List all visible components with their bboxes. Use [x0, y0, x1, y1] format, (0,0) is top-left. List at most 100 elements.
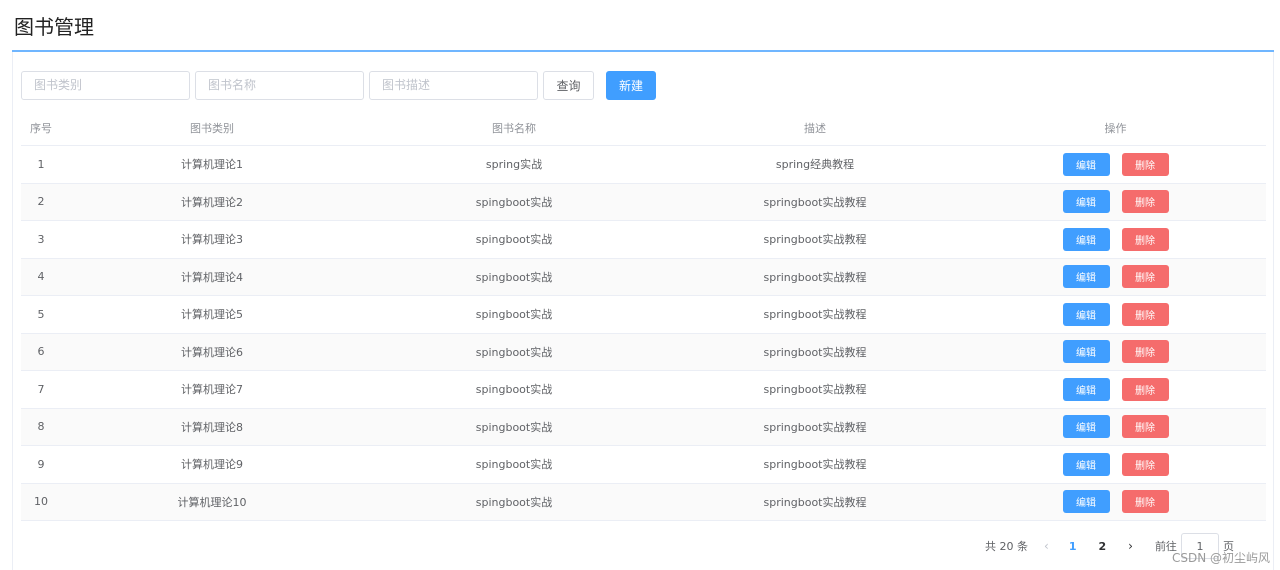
row-actions: 编辑 删除 — [965, 302, 1266, 326]
category-search-input[interactable] — [21, 70, 190, 100]
row-index: 3 — [37, 232, 45, 246]
row-description: springboot实战教程 — [763, 195, 867, 209]
row-index: 2 — [37, 195, 45, 209]
row-description: springboot实战教程 — [763, 270, 867, 284]
page-1-button[interactable]: 1 — [1069, 540, 1077, 553]
edit-button[interactable]: 编辑 — [1062, 377, 1110, 401]
row-category: 计算机理论10 — [177, 495, 247, 509]
table-row: 7 计算机理论7 spingboot实战 springboot实战教程 编辑 删… — [21, 371, 1266, 409]
row-index: 4 — [37, 270, 45, 284]
row-actions: 编辑 删除 — [965, 490, 1266, 514]
page-title: 图书管理 — [14, 15, 94, 39]
edit-button[interactable]: 编辑 — [1062, 415, 1110, 439]
row-description: springboot实战教程 — [763, 345, 867, 359]
table-row: 1 计算机理论1 spring实战 spring经典教程 编辑 删除 — [21, 146, 1266, 184]
row-name: spingboot实战 — [475, 308, 553, 322]
edit-button[interactable]: 编辑 — [1062, 152, 1110, 176]
new-button[interactable]: 新建 — [606, 70, 656, 100]
row-actions: 编辑 删除 — [965, 265, 1266, 289]
row-description: springboot实战教程 — [763, 233, 867, 247]
row-description: springboot实战教程 — [763, 420, 867, 434]
table-header: 序号 图书类别 图书名称 描述 操作 — [21, 110, 1266, 146]
row-category: 计算机理论1 — [181, 158, 243, 172]
row-index: 9 — [37, 457, 45, 471]
delete-button[interactable]: 删除 — [1121, 227, 1169, 251]
table-row: 5 计算机理论5 spingboot实战 springboot实战教程 编辑 删… — [21, 296, 1266, 334]
row-name: spingboot实战 — [475, 195, 553, 209]
row-name: spingboot实战 — [475, 420, 553, 434]
column-header-index: 序号 — [30, 121, 52, 135]
delete-button[interactable]: 删除 — [1121, 452, 1169, 476]
column-header-actions: 操作 — [1104, 121, 1127, 135]
row-category: 计算机理论3 — [181, 233, 243, 247]
edit-button[interactable]: 编辑 — [1062, 452, 1110, 476]
row-category: 计算机理论8 — [181, 420, 243, 434]
table-row: 9 计算机理论9 spingboot实战 springboot实战教程 编辑 删… — [21, 446, 1266, 484]
row-category: 计算机理论6 — [181, 345, 243, 359]
delete-button[interactable]: 删除 — [1121, 152, 1169, 176]
edit-button[interactable]: 编辑 — [1062, 190, 1110, 214]
row-category: 计算机理论9 — [181, 458, 243, 472]
delete-button[interactable]: 删除 — [1121, 490, 1169, 514]
chevron-left-icon[interactable]: ‹ — [1044, 539, 1049, 553]
row-actions: 编辑 删除 — [965, 340, 1266, 364]
row-name: spingboot实战 — [475, 495, 553, 509]
column-header-description: 描述 — [804, 121, 826, 135]
table-row: 10 计算机理论10 spingboot实战 springboot实战教程 编辑… — [21, 483, 1266, 521]
row-name: spingboot实战 — [475, 270, 553, 284]
table-row: 3 计算机理论3 spingboot实战 springboot实战教程 编辑 删… — [21, 221, 1266, 259]
row-description: springboot实战教程 — [763, 458, 867, 472]
row-actions: 编辑 删除 — [965, 452, 1266, 476]
page-2-button[interactable]: 2 — [1098, 540, 1106, 553]
edit-button[interactable]: 编辑 — [1062, 340, 1110, 364]
table-row: 2 计算机理论2 spingboot实战 springboot实战教程 编辑 删… — [21, 183, 1266, 221]
query-button[interactable]: 查询 — [543, 70, 594, 100]
delete-button[interactable]: 删除 — [1121, 190, 1169, 214]
row-name: spingboot实战 — [475, 383, 553, 397]
row-actions: 编辑 删除 — [965, 190, 1266, 214]
row-index: 1 — [37, 157, 45, 171]
row-name: spingboot实战 — [475, 233, 553, 247]
name-search-input[interactable] — [195, 70, 364, 100]
row-category: 计算机理论5 — [181, 308, 243, 322]
delete-button[interactable]: 删除 — [1121, 265, 1169, 289]
row-index: 8 — [37, 420, 45, 434]
edit-button[interactable]: 编辑 — [1062, 265, 1110, 289]
row-category: 计算机理论4 — [181, 270, 243, 284]
edit-button[interactable]: 编辑 — [1062, 302, 1110, 326]
delete-button[interactable]: 删除 — [1121, 415, 1169, 439]
column-header-category: 图书类别 — [190, 121, 234, 135]
row-category: 计算机理论2 — [181, 195, 243, 209]
table-row: 4 计算机理论4 spingboot实战 springboot实战教程 编辑 删… — [21, 258, 1266, 296]
row-description: spring经典教程 — [775, 158, 855, 172]
row-description: springboot实战教程 — [763, 495, 867, 509]
row-index: 6 — [37, 345, 45, 359]
delete-button[interactable]: 删除 — [1121, 302, 1169, 326]
table-row: 8 计算机理论8 spingboot实战 springboot实战教程 编辑 删… — [21, 408, 1266, 446]
column-header-name: 图书名称 — [492, 121, 536, 135]
row-actions: 编辑 删除 — [965, 377, 1266, 401]
row-name: spingboot实战 — [475, 345, 553, 359]
row-actions: 编辑 删除 — [965, 152, 1266, 176]
watermark: CSDN @初尘屿风 — [1171, 551, 1270, 565]
search-toolbar: 查询 新建 — [21, 70, 656, 100]
row-index: 10 — [34, 495, 48, 509]
row-index: 7 — [37, 382, 45, 396]
row-actions: 编辑 删除 — [965, 227, 1266, 251]
chevron-right-icon[interactable]: › — [1128, 539, 1133, 553]
desc-search-input[interactable] — [369, 70, 538, 100]
row-name: spring实战 — [485, 158, 543, 172]
row-category: 计算机理论7 — [181, 383, 243, 397]
books-table: 序号 图书类别 图书名称 描述 操作 1 计算机理论1 spring实战 spr… — [21, 110, 1266, 521]
edit-button[interactable]: 编辑 — [1062, 490, 1110, 514]
table-row: 6 计算机理论6 spingboot实战 springboot实战教程 编辑 删… — [21, 333, 1266, 371]
row-name: spingboot实战 — [475, 458, 553, 472]
row-description: springboot实战教程 — [763, 308, 867, 322]
delete-button[interactable]: 删除 — [1121, 340, 1169, 364]
total-count: 共 20 条 — [985, 540, 1028, 553]
row-index: 5 — [37, 307, 45, 321]
row-actions: 编辑 删除 — [965, 415, 1266, 439]
delete-button[interactable]: 删除 — [1121, 377, 1169, 401]
row-description: springboot实战教程 — [763, 383, 867, 397]
edit-button[interactable]: 编辑 — [1062, 227, 1110, 251]
